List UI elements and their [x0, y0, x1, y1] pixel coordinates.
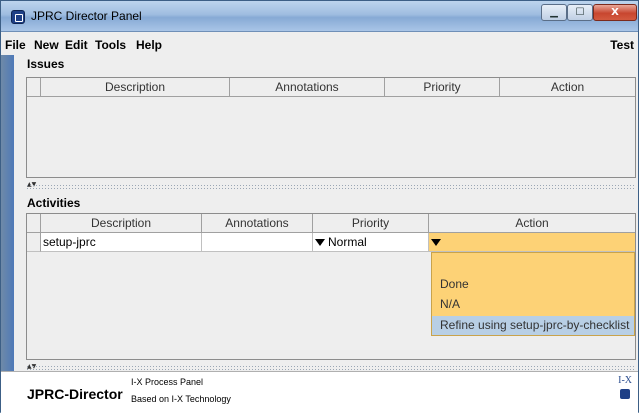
activities-col-action[interactable]: Action: [429, 214, 635, 233]
maximize-button[interactable]: ☐: [567, 4, 593, 21]
app-icon: [11, 10, 25, 24]
menu-edit[interactable]: Edit: [65, 38, 88, 52]
menu-tools[interactable]: Tools: [95, 38, 126, 52]
left-edge-strip: [1, 55, 14, 371]
issues-col-description[interactable]: Description: [41, 78, 230, 97]
issues-col-priority[interactable]: Priority: [385, 78, 500, 97]
activity-priority-cell[interactable]: Normal: [313, 233, 429, 252]
activities-row-header: [27, 214, 41, 233]
activity-description-cell[interactable]: setup-jprc: [41, 233, 202, 252]
menu-file[interactable]: File: [5, 38, 26, 52]
close-button[interactable]: X: [593, 4, 637, 21]
ix-logo-icon: [620, 389, 630, 399]
menu-bar: File New Edit Tools Help Test: [1, 33, 638, 55]
action-option-na[interactable]: N/A: [432, 295, 634, 314]
activities-table-header: Description Annotations Priority Action: [27, 214, 635, 233]
footer: JPRC-Director I-X Process Panel Based on…: [1, 371, 638, 413]
issues-row-header: [27, 78, 41, 97]
action-option-refine[interactable]: Refine using setup-jprc-by-checklist: [432, 316, 634, 335]
menu-help[interactable]: Help: [136, 38, 162, 52]
footer-line1: I-X Process Panel: [131, 377, 204, 387]
issues-table-header: Description Annotations Priority Action: [27, 78, 635, 97]
ix-logo-text: I-X: [618, 375, 632, 386]
window-title: JPRC Director Panel: [31, 9, 142, 23]
activities-col-priority[interactable]: Priority: [313, 214, 429, 233]
issues-table[interactable]: Description Annotations Priority Action: [26, 77, 636, 178]
activities-label: Activities: [27, 196, 81, 210]
issues-splitter[interactable]: [26, 184, 636, 189]
activity-priority-value: Normal: [328, 235, 367, 249]
action-dropdown-icon[interactable]: [431, 239, 441, 247]
priority-dropdown-icon[interactable]: [315, 239, 325, 247]
menu-test[interactable]: Test: [610, 38, 634, 52]
footer-line2: Based on I-X Technology: [131, 394, 231, 404]
menu-new[interactable]: New: [34, 38, 59, 52]
action-dropdown-menu: Done N/A Refine using setup-jprc-by-chec…: [431, 252, 635, 336]
activity-row-header[interactable]: [27, 233, 41, 252]
action-option-blank[interactable]: [432, 255, 634, 274]
issues-label: Issues: [27, 57, 65, 71]
issues-col-action[interactable]: Action: [500, 78, 635, 97]
action-option-done[interactable]: Done: [432, 275, 634, 294]
activities-splitter[interactable]: [26, 365, 636, 370]
title-bar[interactable]: JPRC Director Panel ▁ ☐ X: [1, 1, 638, 32]
footer-brand: JPRC-Director: [27, 386, 123, 402]
issues-col-annotations[interactable]: Annotations: [230, 78, 385, 97]
activity-action-cell[interactable]: [429, 233, 635, 252]
activities-col-annotations[interactable]: Annotations: [202, 214, 313, 233]
activities-col-description[interactable]: Description: [41, 214, 202, 233]
minimize-button[interactable]: ▁: [541, 4, 567, 21]
activity-annotations-cell[interactable]: [202, 233, 313, 252]
app-window: JPRC Director Panel ▁ ☐ X File New Edit …: [0, 0, 639, 413]
